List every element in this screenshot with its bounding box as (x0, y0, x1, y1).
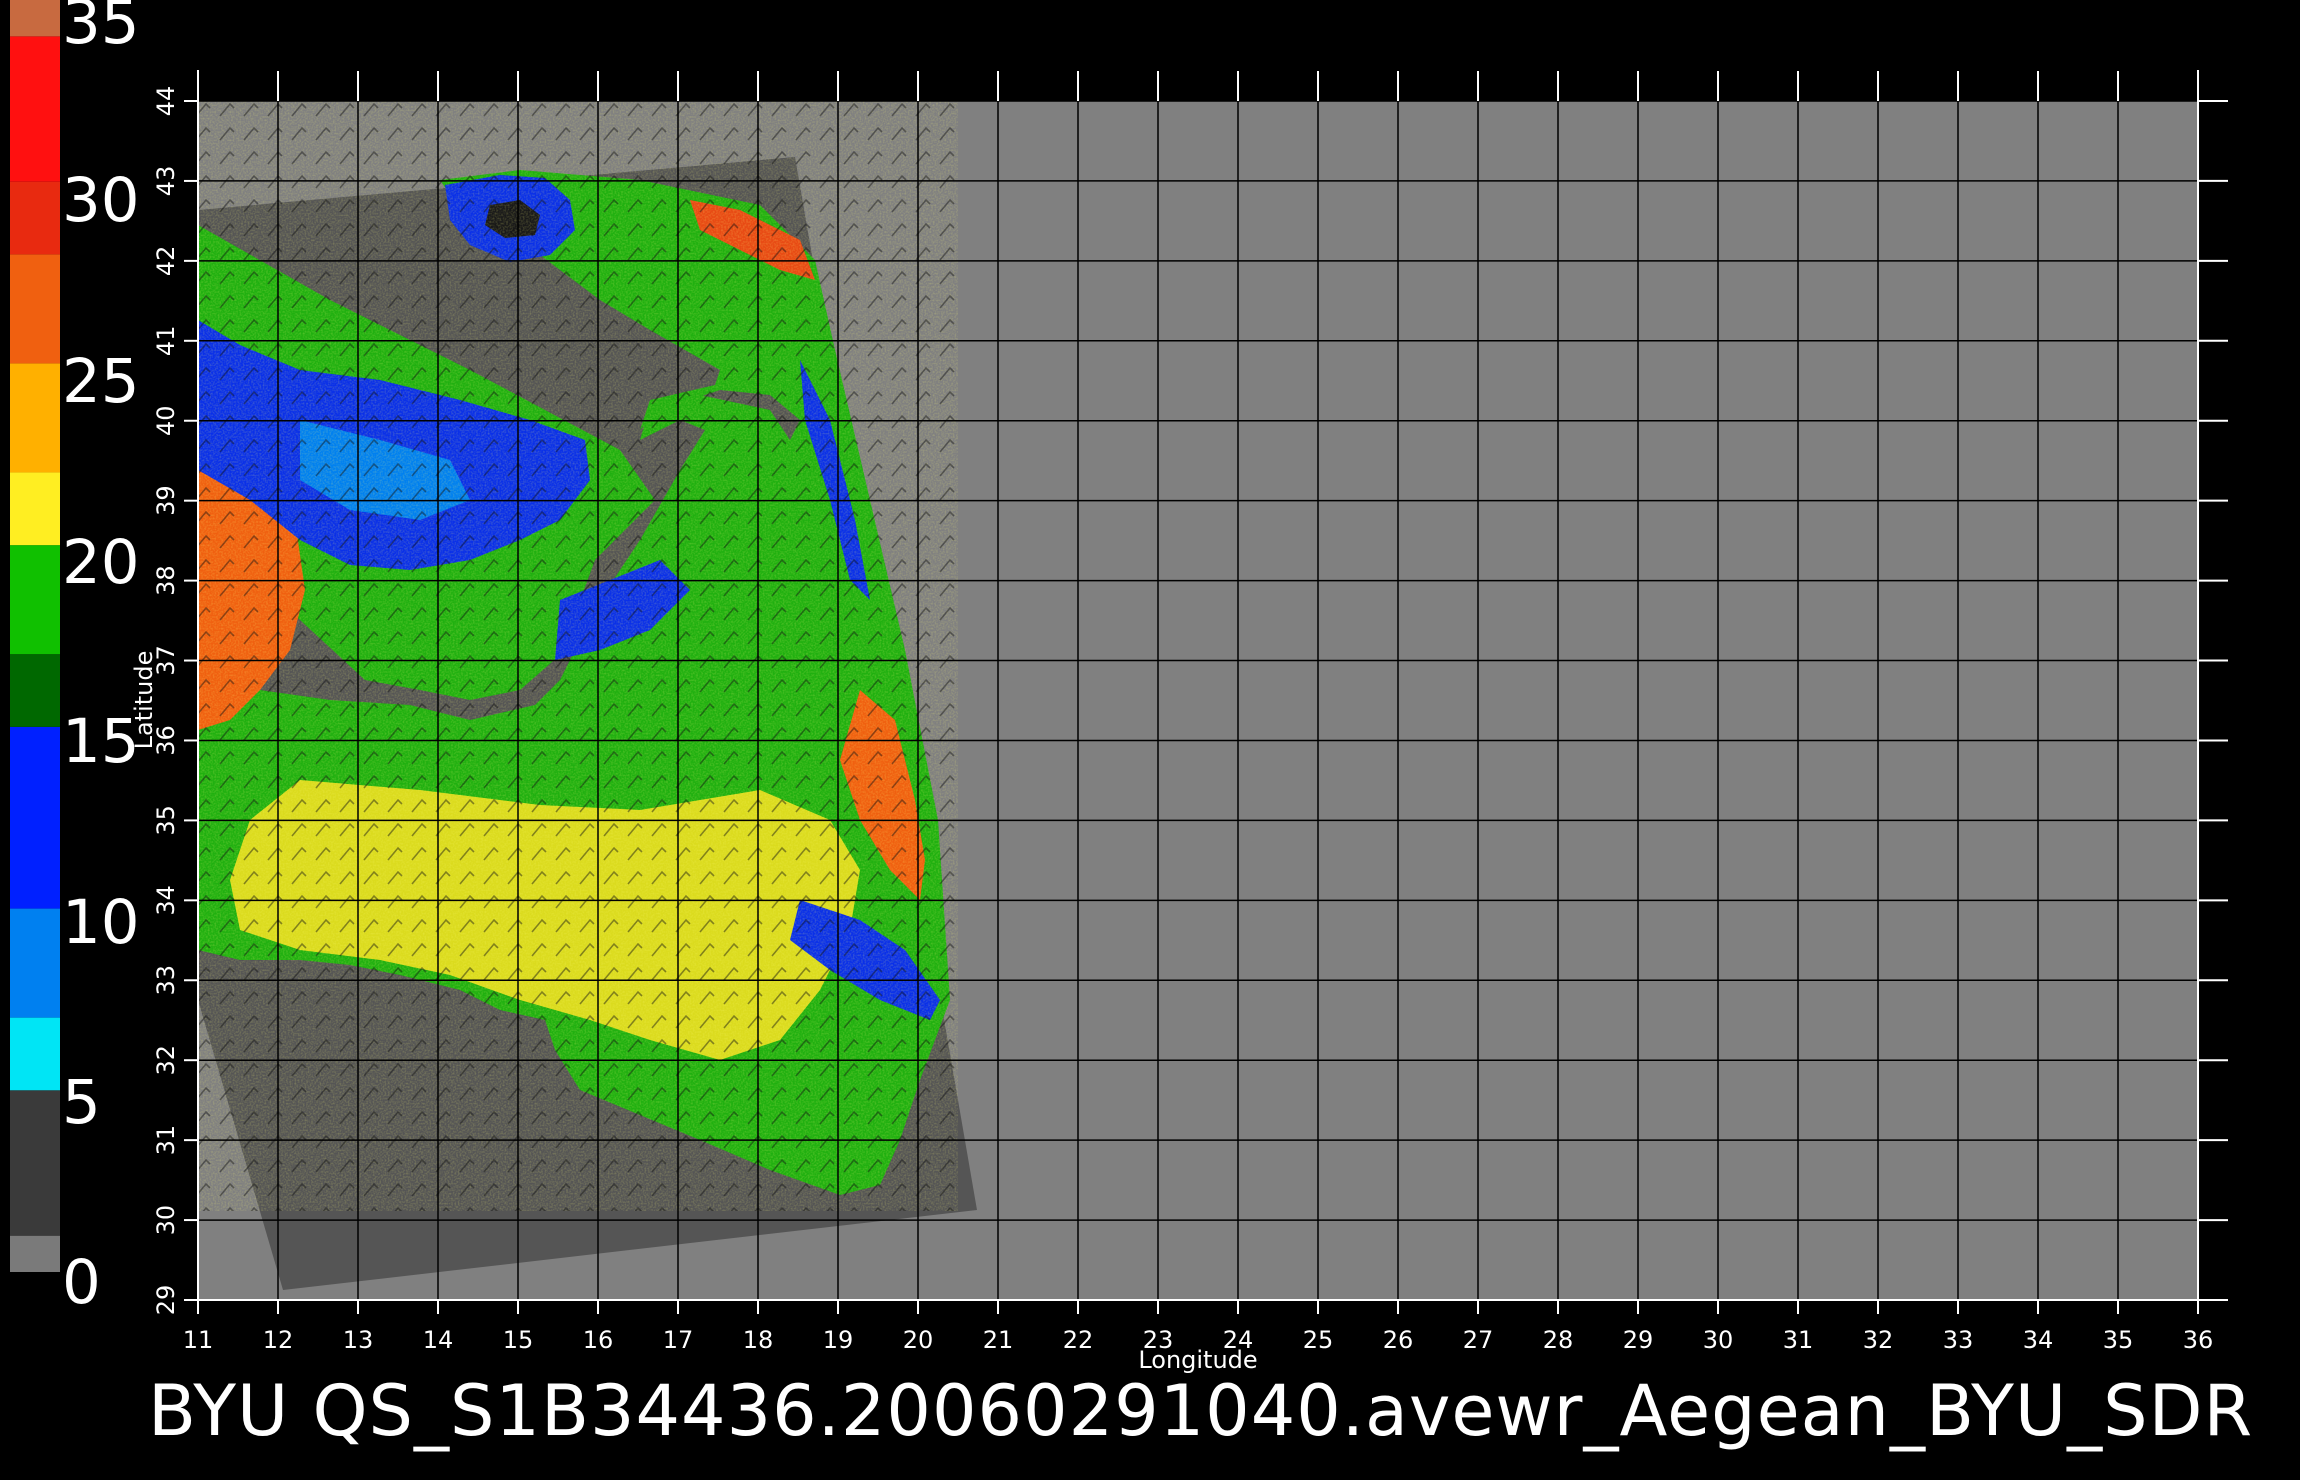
y-tick-label: 33 (152, 965, 180, 996)
wind-barbs (198, 101, 958, 1211)
x-tick-label: 29 (1623, 1326, 1654, 1354)
x-tick-label: 13 (343, 1326, 374, 1354)
y-tick-label: 32 (152, 1045, 180, 1076)
y-tick-label: 30 (152, 1205, 180, 1236)
scale-label-20: 20 (62, 527, 140, 598)
x-tick-label: 36 (2183, 1326, 2214, 1354)
x-tick-label: 20 (903, 1326, 934, 1354)
color-scale-segment (10, 1235, 60, 1272)
x-tick-label: 14 (423, 1326, 454, 1354)
x-tick-label: 25 (1303, 1326, 1334, 1354)
x-tick-label: 21 (983, 1326, 1014, 1354)
scale-label-15: 15 (62, 706, 140, 777)
map-plot-area (184, 70, 2228, 1314)
color-scale-segment (10, 0, 60, 37)
y-tick-label: 35 (152, 805, 180, 836)
x-tick-label: 12 (263, 1326, 294, 1354)
x-tick-label: 19 (823, 1326, 854, 1354)
x-tick-label: 33 (1943, 1326, 1974, 1354)
x-tick-label: 34 (2023, 1326, 2054, 1354)
x-tick-label: 22 (1063, 1326, 1094, 1354)
color-scale-segment (10, 1090, 60, 1236)
color-scale-bar (10, 0, 60, 1272)
scatterometer-wind-map-figure: 35 30 25 20 15 10 5 0 11 12 13 14 15 16 … (10, 0, 2253, 1452)
x-tick-label: 11 (183, 1326, 214, 1354)
scale-label-30: 30 (62, 165, 140, 236)
x-tick-label: 18 (743, 1326, 774, 1354)
color-scale-segment (10, 654, 60, 727)
y-tick-label: 34 (152, 885, 180, 916)
footer-title: BYU QS_S1B34436.20060291040.avewr_Aegean… (148, 1370, 2253, 1452)
color-scale-labels: 35 30 25 20 15 10 5 0 (62, 0, 140, 1318)
color-scale-segment (10, 363, 60, 473)
color-scale-segment (10, 545, 60, 655)
x-tick-label: 35 (2103, 1326, 2134, 1354)
x-tick-label: 16 (583, 1326, 614, 1354)
y-tick-label: 41 (152, 326, 180, 357)
color-scale-segment (10, 472, 60, 546)
scale-label-35: 35 (62, 0, 140, 58)
x-tick-label: 15 (503, 1326, 534, 1354)
y-tick-label: 42 (152, 246, 180, 277)
y-tick-label: 43 (152, 166, 180, 197)
x-tick-label: 28 (1543, 1326, 1574, 1354)
color-scale-segment (10, 1017, 60, 1091)
x-tick-label: 17 (663, 1326, 694, 1354)
scale-label-10: 10 (62, 887, 140, 958)
x-tick-label: 26 (1383, 1326, 1414, 1354)
x-tick-label: 27 (1463, 1326, 1494, 1354)
scale-label-5: 5 (62, 1067, 101, 1138)
y-tick-label: 38 (152, 565, 180, 596)
color-scale-segment (10, 726, 60, 909)
x-tick-label: 31 (1783, 1326, 1814, 1354)
color-scale-segment (10, 181, 60, 255)
color-scale-segment (10, 36, 60, 182)
wind-speed-field (198, 101, 958, 1211)
x-tick-label: 30 (1703, 1326, 1734, 1354)
y-tick-label: 44 (152, 86, 180, 117)
y-axis-title: Latitude (130, 651, 158, 750)
scale-label-25: 25 (62, 346, 140, 417)
y-tick-label: 29 (152, 1285, 180, 1316)
y-tick-label: 39 (152, 485, 180, 516)
y-tick-label: 40 (152, 405, 180, 436)
x-tick-label: 32 (1863, 1326, 1894, 1354)
scale-label-0: 0 (62, 1247, 101, 1318)
y-tick-label: 31 (152, 1125, 180, 1156)
color-scale-segment (10, 254, 60, 364)
color-scale-segment (10, 908, 60, 1018)
